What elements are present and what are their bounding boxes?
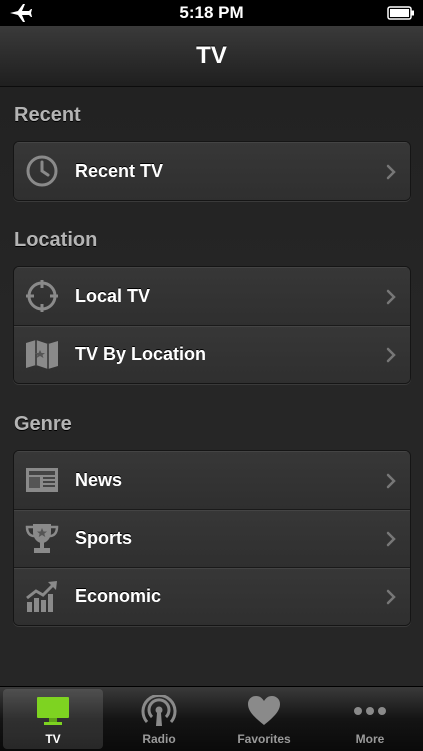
genre-group: News Sports Economic	[13, 450, 411, 626]
newspaper-icon	[26, 468, 58, 492]
chevron-right-icon	[386, 531, 396, 547]
more-icon	[354, 707, 386, 715]
tab-label: Radio	[142, 732, 176, 746]
section-header-genre: Genre	[14, 413, 72, 435]
content-area[interactable]: Recent Recent TV Location Local TV TV By…	[0, 87, 423, 685]
chevron-right-icon	[386, 289, 396, 305]
tv-icon	[37, 697, 69, 725]
clock-icon	[26, 155, 58, 187]
tab-label: Favorites	[237, 732, 291, 746]
tab-label: TV	[45, 732, 61, 746]
chevron-right-icon	[386, 347, 396, 363]
tab-radio[interactable]: Radio	[109, 689, 209, 749]
trophy-icon	[25, 524, 59, 553]
list-item-news[interactable]: News	[14, 451, 410, 509]
tab-favorites[interactable]: Favorites	[214, 689, 314, 749]
tab-more[interactable]: More	[320, 689, 420, 749]
chevron-right-icon	[386, 164, 396, 180]
section-header-recent: Recent	[14, 104, 81, 126]
list-item-recent-tv[interactable]: Recent TV	[14, 142, 410, 200]
list-item-label: TV By Location	[75, 344, 207, 364]
section-header-location: Location	[14, 229, 98, 251]
battery-icon	[387, 6, 414, 20]
chart-icon	[26, 581, 57, 612]
list-item-label: Economic	[75, 586, 162, 606]
list-item-label: News	[75, 470, 123, 490]
recent-group: Recent TV	[13, 141, 411, 201]
list-item-label: Sports	[75, 528, 133, 548]
tab-bar: TV Radio Favorites More	[0, 686, 423, 751]
list-item-label: Local TV	[75, 286, 151, 306]
list-item-label: Recent TV	[75, 161, 164, 181]
tab-tv[interactable]: TV	[3, 689, 103, 749]
chevron-right-icon	[386, 589, 396, 605]
map-icon	[26, 340, 58, 369]
chevron-right-icon	[386, 473, 396, 489]
location-group: Local TV TV By Location	[13, 266, 411, 384]
status-time: 5:18 PM	[179, 3, 244, 22]
page-title: TV	[196, 42, 227, 69]
crosshair-icon	[26, 280, 58, 312]
list-item-economic[interactable]: Economic	[14, 567, 410, 625]
tab-label: More	[355, 732, 385, 746]
airplane-mode-icon	[10, 4, 32, 22]
heart-icon	[248, 696, 280, 725]
radio-icon	[141, 695, 177, 726]
list-item-tv-by-location[interactable]: TV By Location	[14, 325, 410, 383]
list-item-local-tv[interactable]: Local TV	[14, 267, 410, 325]
status-bar: 5:18 PM	[0, 0, 423, 26]
list-item-sports[interactable]: Sports	[14, 509, 410, 567]
navigation-bar: TV	[0, 26, 423, 87]
